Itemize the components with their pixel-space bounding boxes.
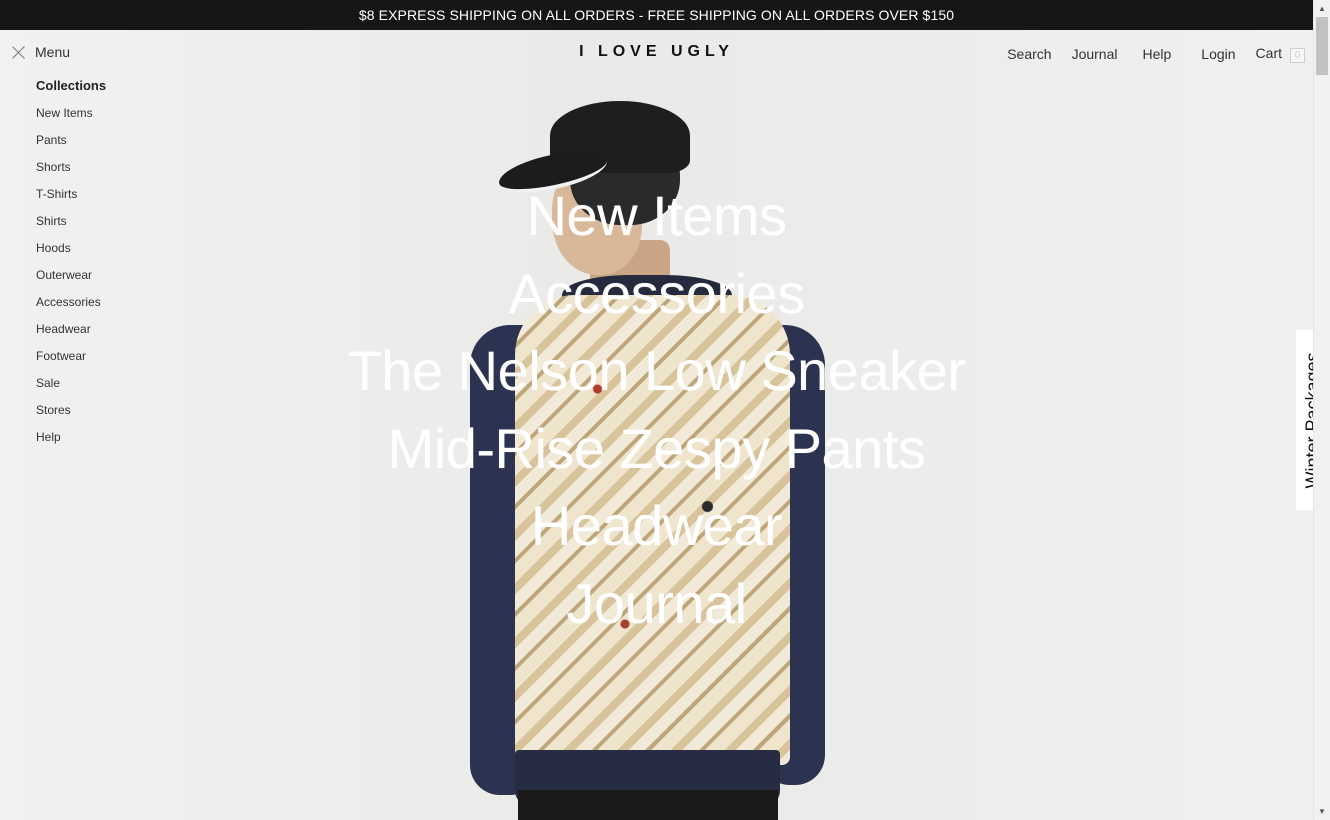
help-link[interactable]: Help bbox=[1142, 46, 1171, 62]
page-scrollbar[interactable]: ▲ ▼ bbox=[1313, 0, 1330, 820]
scrollbar-thumb[interactable] bbox=[1316, 17, 1328, 75]
header-nav: Search Journal Help Login Cart 0 bbox=[987, 45, 1305, 63]
sidebar-item-pants[interactable]: Pants bbox=[36, 133, 106, 160]
hero-link-headwear[interactable]: Headwear bbox=[0, 487, 1313, 565]
close-icon[interactable] bbox=[11, 45, 26, 60]
sidebar-item-new-items[interactable]: New Items bbox=[36, 106, 106, 133]
promo-text: $8 EXPRESS SHIPPING ON ALL ORDERS - FREE… bbox=[358, 7, 955, 23]
hero-link-new-items[interactable]: New Items bbox=[0, 177, 1313, 255]
login-link[interactable]: Login bbox=[1201, 46, 1235, 62]
scroll-up-icon[interactable]: ▲ bbox=[1314, 0, 1330, 17]
hero-link-list: New Items Accessories The Nelson Low Sne… bbox=[0, 177, 1313, 642]
hero-link-journal[interactable]: Journal bbox=[0, 565, 1313, 643]
hero-link-nelson-low-sneaker[interactable]: The Nelson Low Sneaker bbox=[0, 332, 1313, 410]
menu-label: Menu bbox=[35, 44, 71, 60]
site-logo[interactable]: I LOVE UGLY bbox=[579, 43, 734, 60]
search-link[interactable]: Search bbox=[1007, 46, 1051, 62]
promo-banner: $8 EXPRESS SHIPPING ON ALL ORDERS - FREE… bbox=[0, 0, 1313, 30]
cart-label: Cart bbox=[1255, 45, 1282, 61]
hero-link-accessories[interactable]: Accessories bbox=[0, 255, 1313, 333]
scroll-down-icon[interactable]: ▼ bbox=[1314, 803, 1330, 820]
menu-toggle-button[interactable]: Menu bbox=[11, 44, 70, 60]
sidebar-heading: Collections bbox=[36, 78, 107, 93]
journal-link[interactable]: Journal bbox=[1072, 46, 1118, 62]
hero-link-mid-rise-zespy-pants[interactable]: Mid-Rise Zespy Pants bbox=[0, 410, 1313, 488]
cart-link[interactable]: Cart 0 bbox=[1256, 45, 1305, 63]
cart-count-badge: 0 bbox=[1290, 48, 1305, 63]
